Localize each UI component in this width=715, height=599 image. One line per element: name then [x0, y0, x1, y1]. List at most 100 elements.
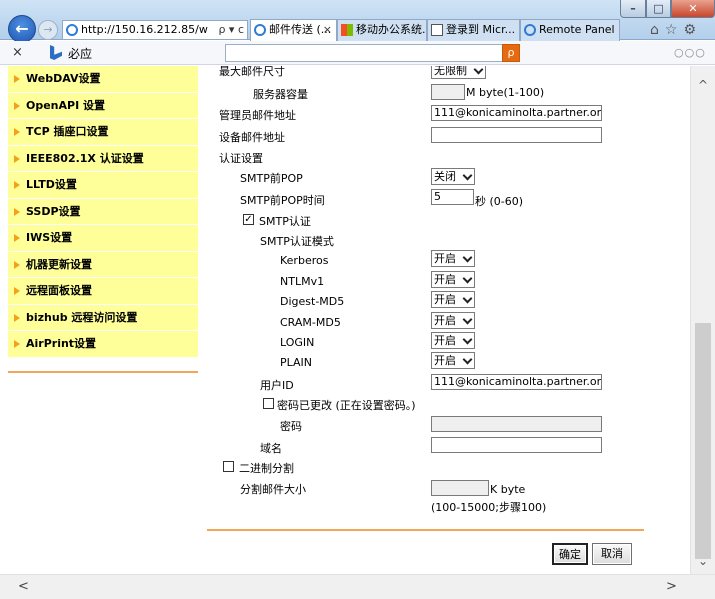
- max-mail-size-label: 最大邮件尺寸: [219, 66, 285, 78]
- split-size-input[interactable]: [431, 480, 489, 496]
- sidebar-item-bizhub-remote[interactable]: bizhub 远程访问设置: [8, 304, 198, 331]
- tab-mobile-office[interactable]: 移动办公系统...: [337, 19, 427, 41]
- sidebar: WebDAV设置 OpenAPI 设置 TCP 插座口设置 IEEE802.1X…: [8, 66, 198, 358]
- sidebar-item-label: IEEE802.1X 认证设置: [26, 151, 144, 165]
- minimize-button[interactable]: –: [620, 0, 646, 18]
- binary-split-checkbox[interactable]: [223, 461, 234, 472]
- sidebar-item-ieee8021x[interactable]: IEEE802.1X 认证设置: [8, 145, 198, 172]
- forward-arrow-icon[interactable]: →: [38, 20, 58, 40]
- sidebar-item-webdav[interactable]: WebDAV设置: [8, 66, 198, 93]
- sidebar-item-tcp-socket[interactable]: TCP 插座口设置: [8, 119, 198, 146]
- chevron-down-icon: [463, 171, 472, 180]
- split-size-range: (100-15000;步骤100): [431, 501, 547, 514]
- cancel-button[interactable]: 取消: [592, 543, 632, 565]
- auth-mode-label: CRAM-MD5: [280, 316, 341, 329]
- kerberos-select[interactable]: 开启: [431, 250, 475, 267]
- sidebar-item-label: AirPrint设置: [26, 337, 97, 350]
- auth-mode-label: NTLMv1: [280, 275, 325, 288]
- close-icon[interactable]: ×: [12, 45, 23, 60]
- user-id-input[interactable]: 111@konicaminolta.partner.onmsc: [431, 374, 602, 390]
- pop-time-unit: 秒 (0-60): [475, 195, 524, 208]
- ntlmv1-select[interactable]: 开启: [431, 271, 475, 288]
- binary-split-label: 二进制分割: [239, 462, 294, 475]
- ms-icon: [341, 24, 353, 36]
- cram-md5-select[interactable]: 开启: [431, 312, 475, 329]
- admin-email-input[interactable]: 111@konicaminolta.partner.onmsc: [431, 105, 602, 121]
- triangle-bullet-icon: [14, 234, 20, 242]
- address-controls[interactable]: ρ ▾ c: [218, 21, 244, 39]
- address-url: http://150.16.212.85/w: [81, 23, 208, 36]
- triangle-bullet-icon: [14, 128, 20, 136]
- ok-button[interactable]: 确定: [552, 543, 588, 565]
- sidebar-item-openapi[interactable]: OpenAPI 设置: [8, 92, 198, 119]
- password-changed-checkbox[interactable]: [263, 398, 274, 409]
- bing-search-input[interactable]: ρ: [225, 44, 520, 62]
- sidebar-item-remote-panel[interactable]: 远程面板设置: [8, 278, 198, 305]
- pop-time-input[interactable]: 5: [431, 189, 474, 205]
- smtp-auth-label: SMTP认证: [259, 215, 311, 228]
- sidebar-item-label: 机器更新设置: [26, 257, 92, 271]
- tab-label: 移动办公系统...: [356, 23, 427, 36]
- server-capacity-label: 服务器容量: [253, 88, 308, 101]
- tab-mail-transfer[interactable]: 邮件传送 (... ×: [250, 19, 337, 41]
- user-id-label: 用户ID: [260, 379, 294, 392]
- pop-before-smtp-select[interactable]: 关闭: [431, 168, 475, 185]
- address-bar[interactable]: http://150.16.212.85/w ρ ▾ c: [62, 20, 248, 40]
- sidebar-item-label: SSDP设置: [26, 204, 81, 218]
- password-input[interactable]: [431, 416, 602, 432]
- sidebar-item-iws[interactable]: IWS设置: [8, 225, 198, 252]
- maximize-button[interactable]: □: [646, 0, 671, 18]
- vertical-scrollbar[interactable]: ^ ⌄: [690, 66, 715, 574]
- bing-label[interactable]: 必应: [68, 45, 92, 62]
- auth-mode-label: Kerberos: [280, 254, 329, 267]
- chevron-down-icon: [463, 294, 472, 303]
- triangle-bullet-icon: [14, 101, 20, 110]
- triangle-bullet-icon: [14, 207, 20, 216]
- plain-select[interactable]: 开启: [431, 352, 475, 369]
- login-select[interactable]: 开启: [431, 332, 475, 349]
- triangle-bullet-icon: [14, 340, 20, 348]
- tab-login-microsoft[interactable]: 登录到 Micr...: [427, 19, 520, 41]
- search-icon[interactable]: ρ: [502, 44, 520, 62]
- sidebar-item-label: bizhub 远程访问设置: [26, 310, 138, 324]
- scroll-up-icon[interactable]: ^: [698, 78, 708, 92]
- page-content: WebDAV设置 OpenAPI 设置 TCP 插座口设置 IEEE802.1X…: [0, 66, 715, 574]
- form-divider: [207, 529, 644, 531]
- more-icon[interactable]: ○○○: [674, 46, 706, 59]
- tab-remote-panel[interactable]: Remote Panel: [520, 19, 620, 41]
- scroll-down-icon[interactable]: ⌄: [698, 554, 708, 568]
- server-capacity-unit: M byte(1-100): [466, 86, 545, 99]
- device-email-input[interactable]: [431, 127, 602, 143]
- scrollbar-thumb[interactable]: [695, 323, 711, 559]
- ie-icon: [254, 24, 266, 36]
- sidebar-item-airprint[interactable]: AirPrint设置: [8, 331, 198, 358]
- smtp-auth-checkbox[interactable]: ✓: [243, 214, 254, 225]
- sidebar-item-label: OpenAPI 设置: [26, 98, 106, 112]
- sidebar-item-machine-update[interactable]: 机器更新设置: [8, 251, 198, 278]
- triangle-bullet-icon: [14, 75, 20, 83]
- close-window-button[interactable]: ✕: [671, 0, 715, 18]
- horizontal-scrollbar[interactable]: < >: [0, 574, 715, 599]
- sidebar-item-label: WebDAV设置: [26, 72, 101, 85]
- domain-input[interactable]: [431, 437, 602, 453]
- server-capacity-input[interactable]: [431, 84, 465, 100]
- back-arrow-icon[interactable]: ←: [8, 15, 36, 43]
- triangle-bullet-icon: [14, 154, 20, 163]
- sidebar-item-ssdp[interactable]: SSDP设置: [8, 198, 198, 225]
- scroll-left-icon[interactable]: <: [18, 579, 29, 594]
- max-mail-size-select[interactable]: 无限制: [431, 66, 486, 79]
- pop-before-smtp-label: SMTP前POP: [240, 172, 303, 185]
- favorites-bar: × 必应 ρ ○○○: [0, 41, 715, 65]
- digest-md5-select[interactable]: 开启: [431, 291, 475, 308]
- chevron-down-icon: [463, 274, 472, 283]
- auth-mode-label: LOGIN: [280, 336, 315, 349]
- password-label: 密码: [280, 420, 302, 433]
- sidebar-item-label: LLTD设置: [26, 178, 77, 191]
- sidebar-item-label: 远程面板设置: [26, 284, 92, 297]
- sidebar-item-lltd[interactable]: LLTD设置: [8, 172, 198, 199]
- sidebar-item-label: IWS设置: [26, 231, 73, 244]
- tab-close-icon[interactable]: ×: [323, 20, 332, 40]
- chevron-down-icon: [463, 355, 472, 364]
- scroll-right-icon[interactable]: >: [666, 579, 677, 594]
- toolbar-home-star-gear-icons[interactable]: ⌂☆⚙: [650, 22, 702, 38]
